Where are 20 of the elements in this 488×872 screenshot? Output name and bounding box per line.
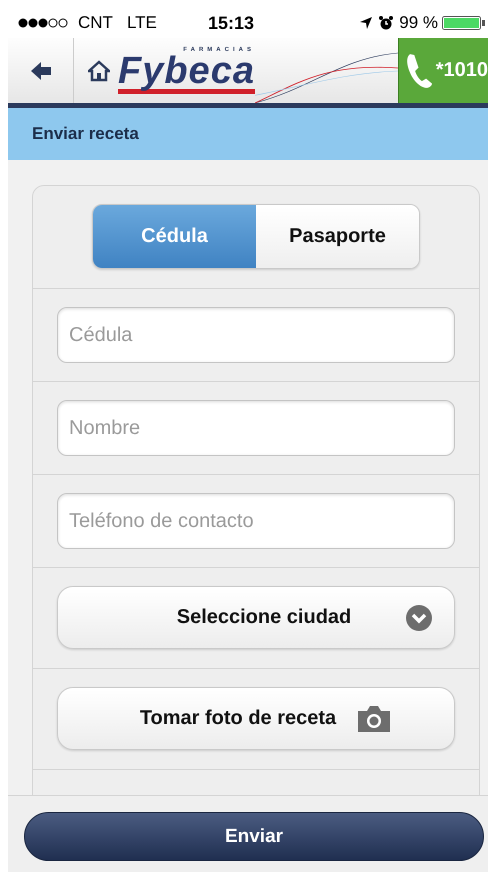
network-type: LTE — [126, 13, 157, 33]
send-button[interactable]: Enviar — [24, 812, 484, 861]
page-title: Enviar receta — [8, 108, 488, 160]
signal-icon — [18, 18, 70, 28]
take-photo-button[interactable]: Tomar foto de receta — [57, 687, 455, 750]
carrier-name: CNT — [78, 13, 113, 33]
clock-time: 15:13 — [208, 12, 254, 34]
battery-icon — [442, 16, 488, 30]
chevron-down-icon — [406, 604, 432, 630]
camera-icon — [356, 704, 392, 732]
id-type-tab[interactable]: Pasaporte — [256, 205, 419, 268]
battery-percent: 99 % — [399, 13, 438, 33]
input-field[interactable]: Teléfono de contacto — [57, 493, 455, 549]
location-arrow-icon — [359, 16, 374, 30]
city-select[interactable]: Seleccione ciudad — [57, 586, 455, 649]
home-icon — [88, 60, 110, 82]
input-field[interactable]: Cédula — [57, 307, 455, 363]
back-arrow-icon — [30, 60, 52, 82]
alarm-clock-icon — [379, 16, 394, 30]
input-field[interactable]: Nombre — [57, 400, 455, 456]
